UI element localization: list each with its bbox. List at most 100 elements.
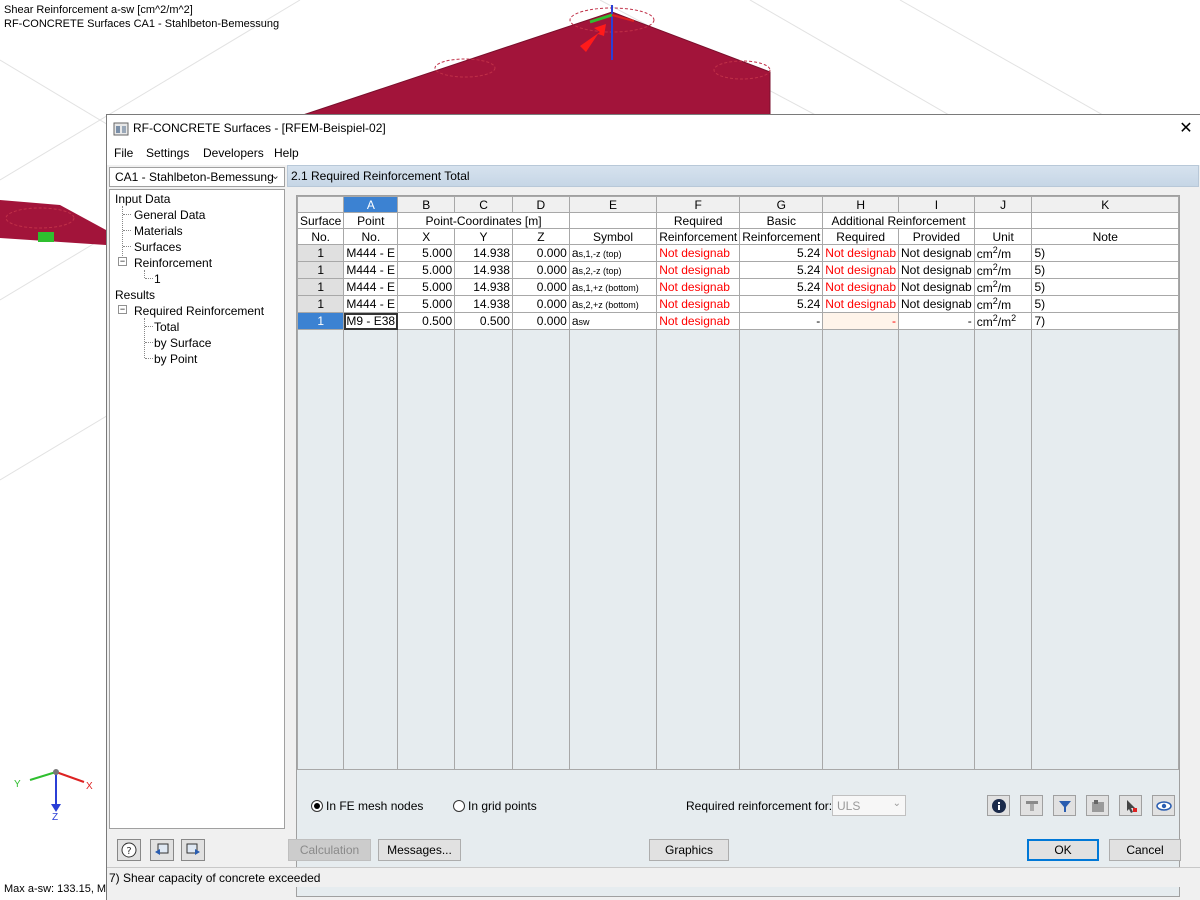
cell-x[interactable]: 5.000 (397, 244, 456, 262)
cell-z[interactable]: 0.000 (511, 295, 570, 313)
cell-note[interactable]: 7) (1031, 312, 1179, 330)
cell-add-required[interactable]: Not designab (822, 261, 900, 279)
calculation-button[interactable]: Calculation (288, 839, 371, 861)
tree-surfaces[interactable]: Surfaces (134, 240, 181, 254)
tree-general-data[interactable]: General Data (134, 208, 205, 222)
cell-unit[interactable]: cm2/m (973, 261, 1033, 279)
cell-x[interactable]: 0.500 (397, 312, 456, 330)
cell-x[interactable]: 5.000 (397, 261, 456, 279)
graphics-button[interactable]: Graphics (649, 839, 729, 861)
cell-note[interactable]: 5) (1031, 278, 1179, 296)
cell-add-provided[interactable]: - (898, 312, 975, 330)
cell-required[interactable]: Not designab (656, 312, 741, 330)
menu-file[interactable]: File (114, 146, 133, 160)
column-letter[interactable]: J (973, 196, 1033, 213)
cell-basic[interactable]: 5.24 (739, 244, 824, 262)
view-button[interactable] (1152, 795, 1175, 816)
tree-by-point[interactable]: by Point (154, 352, 197, 366)
cell-z[interactable]: 0.000 (511, 261, 570, 279)
cell-x[interactable]: 5.000 (397, 295, 456, 313)
previous-window-button[interactable] (150, 839, 174, 861)
tree-by-surface[interactable]: by Surface (154, 336, 211, 350)
cell-symbol[interactable]: as,1,-z (top) (568, 244, 658, 262)
column-letter[interactable]: E (568, 196, 658, 213)
cell-x[interactable]: 5.000 (397, 278, 456, 296)
cell-point[interactable]: M444 - E (343, 278, 399, 296)
menu-help[interactable]: Help (274, 146, 299, 160)
close-icon[interactable]: ✕ (1172, 115, 1200, 143)
messages-button[interactable]: Messages... (378, 839, 461, 861)
cell-y[interactable]: 14.938 (454, 278, 513, 296)
cell-required[interactable]: Not designab (656, 295, 741, 313)
cell-add-required[interactable]: Not designab (822, 278, 900, 296)
cell-symbol[interactable]: as,1,+z (bottom) (568, 278, 658, 296)
tree-results[interactable]: Results (115, 288, 155, 302)
row-surface[interactable]: 1 (296, 278, 345, 296)
column-letter[interactable]: H (822, 196, 900, 213)
column-letter[interactable]: D (511, 196, 570, 213)
table-row-selected[interactable]: 1 M9 - E38 0.500 0.500 0.000 asw Not des… (296, 312, 1179, 330)
cell-unit[interactable]: cm2/m (973, 244, 1033, 262)
ok-button[interactable]: OK (1027, 839, 1099, 861)
cell-add-required[interactable]: Not designab (822, 295, 900, 313)
table-row[interactable]: 1 M444 - E 5.000 14.938 0.000 as,1,+z (b… (296, 278, 1179, 296)
column-letter[interactable]: G (739, 196, 824, 213)
filter-button[interactable] (1053, 795, 1076, 816)
cell-point[interactable]: M444 - E (343, 261, 399, 279)
table-row[interactable]: 1 M444 - E 5.000 14.938 0.000 as,1,-z (t… (296, 244, 1179, 262)
info-button[interactable] (987, 795, 1010, 816)
cell-add-required[interactable]: Not designab (822, 244, 900, 262)
cell-note[interactable]: 5) (1031, 244, 1179, 262)
tree-total[interactable]: Total (154, 320, 179, 334)
help-button[interactable]: ? (117, 839, 141, 861)
cell-required[interactable]: Not designab (656, 244, 741, 262)
row-surface[interactable]: 1 (296, 295, 345, 313)
cell-z[interactable]: 0.000 (511, 312, 570, 330)
select-in-graphic-button[interactable] (1119, 795, 1142, 816)
column-letter[interactable]: F (656, 196, 741, 213)
cell-symbol[interactable]: as,2,+z (bottom) (568, 295, 658, 313)
tree-materials[interactable]: Materials (134, 224, 183, 238)
cell-symbol[interactable]: asw (568, 312, 658, 330)
cell-basic[interactable]: 5.24 (739, 278, 824, 296)
cell-unit[interactable]: cm2/m (973, 295, 1033, 313)
cell-z[interactable]: 0.000 (511, 244, 570, 262)
cell-add-provided[interactable]: Not designab (898, 261, 975, 279)
column-letter[interactable]: C (454, 196, 513, 213)
row-surface[interactable]: 1 (296, 244, 345, 262)
next-window-button[interactable] (181, 839, 205, 861)
cell-basic[interactable]: 5.24 (739, 295, 824, 313)
tree-required-reinforcement[interactable]: Required Reinforcement (134, 304, 264, 318)
row-surface[interactable]: 1 (296, 261, 345, 279)
radio-fe-mesh-nodes[interactable]: In FE mesh nodes (311, 799, 423, 813)
column-letter[interactable]: K (1031, 196, 1179, 213)
export-button[interactable] (1086, 795, 1109, 816)
title-bar[interactable]: RF-CONCRETE Surfaces - [RFEM-Beispiel-02… (107, 115, 1200, 143)
collapse-icon[interactable]: − (118, 257, 127, 266)
cancel-button[interactable]: Cancel (1109, 839, 1181, 861)
tree-input-data[interactable]: Input Data (115, 192, 170, 206)
cell-point[interactable]: M444 - E (343, 295, 399, 313)
column-letter[interactable]: B (397, 196, 456, 213)
cell-y[interactable]: 14.938 (454, 244, 513, 262)
table-row[interactable]: 1 M444 - E 5.000 14.938 0.000 as,2,+z (b… (296, 295, 1179, 313)
cell-symbol[interactable]: as,2,-z (top) (568, 261, 658, 279)
cell-add-provided[interactable]: Not designab (898, 278, 975, 296)
cell-add-required[interactable]: - (822, 312, 900, 330)
cell-point[interactable]: M444 - E (343, 244, 399, 262)
cell-y[interactable]: 0.500 (454, 312, 513, 330)
cell-note[interactable]: 5) (1031, 261, 1179, 279)
cell-unit[interactable]: cm2/m2 (973, 312, 1033, 330)
column-letter[interactable]: I (898, 196, 975, 213)
row-surface[interactable]: 1 (296, 312, 345, 330)
cell-required[interactable]: Not designab (656, 278, 741, 296)
cell-basic[interactable]: - (739, 312, 824, 330)
tree-reinforcement-1[interactable]: 1 (154, 272, 161, 286)
cell-add-provided[interactable]: Not designab (898, 295, 975, 313)
design-case-select[interactable]: CA1 - Stahlbeton-Bemessung ⌄ (109, 167, 285, 187)
filter-settings-button[interactable] (1020, 795, 1043, 816)
cell-z[interactable]: 0.000 (511, 278, 570, 296)
required-for-select[interactable]: ULS ⌄ (832, 795, 906, 816)
cell-point[interactable]: M9 - E38 (343, 312, 399, 330)
tree-reinforcement[interactable]: Reinforcement (134, 256, 212, 270)
